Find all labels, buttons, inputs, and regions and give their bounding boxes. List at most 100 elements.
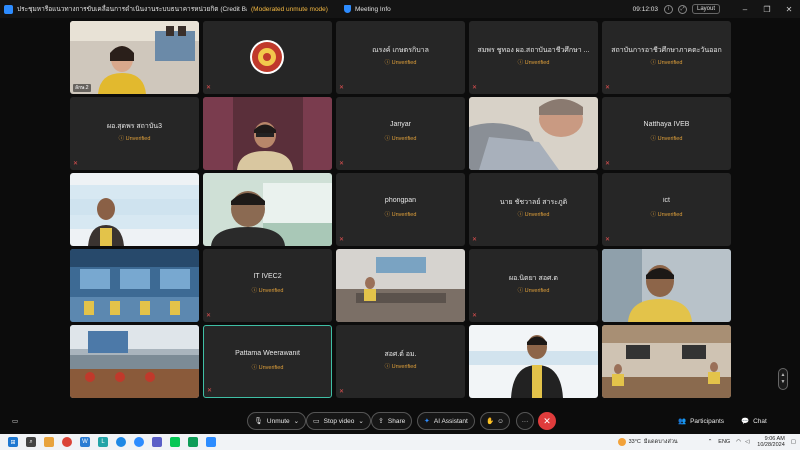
mic-muted-icon: ✕: [73, 161, 79, 167]
meeting-info-button[interactable]: Meeting Info: [355, 6, 391, 13]
participant-name: IT IVEC2: [253, 273, 282, 280]
participant-tile[interactable]: [70, 325, 199, 398]
chevron-up-icon[interactable]: ▲: [781, 372, 786, 379]
participant-name: สมพร ชูทอง ผอ.สถาบันอาชีวศึกษา ...: [477, 47, 590, 54]
participant-tile[interactable]: [336, 249, 465, 322]
people-icon: 👥: [678, 418, 687, 425]
chevron-up-icon[interactable]: ⌃: [708, 439, 713, 445]
ai-sparkle-icon: ✦: [424, 418, 430, 425]
mic-muted-icon: ✕: [472, 85, 478, 91]
participant-video: [70, 173, 199, 246]
participants-button[interactable]: 👥 Participants: [678, 417, 724, 426]
search-icon[interactable]: ⌕: [26, 437, 36, 447]
sheets-icon[interactable]: [188, 437, 198, 447]
chrome-icon[interactable]: [62, 437, 72, 447]
reactions-button[interactable]: ✋ ☺: [480, 412, 510, 430]
participant-tile[interactable]: [70, 173, 199, 246]
participant-tile[interactable]: ผอ.สุดพร สถาบัน3 ⓘ Unverified ✕: [70, 97, 199, 170]
participant-label: ลักษ.2: [73, 84, 91, 92]
share-label: Share: [387, 417, 406, 425]
language-indicator[interactable]: ENG: [718, 439, 730, 445]
participant-tile[interactable]: สมพร ชูทอง ผอ.สถาบันอาชีวศึกษา ... ⓘ Unv…: [469, 21, 598, 94]
share-button[interactable]: ⇪ Share: [371, 412, 413, 430]
participant-tile[interactable]: ลักษ.2: [70, 21, 199, 94]
expand-icon[interactable]: ⤢: [677, 4, 687, 14]
unmute-button[interactable]: 🎙 Unmute ⌄: [247, 412, 307, 430]
participant-name: นาย ชัชวาลย์ สาระภูติ: [499, 199, 568, 206]
unverified-badge: ⓘ Unverified: [251, 365, 284, 371]
mic-muted-icon: ✕: [605, 237, 611, 243]
windows-start-icon[interactable]: ⊞: [8, 437, 18, 447]
participant-tile[interactable]: Jariyar ⓘ Unverified ✕: [336, 97, 465, 170]
wifi-icon[interactable]: ◠: [736, 439, 741, 445]
close-icon[interactable]: ✕: [778, 5, 800, 14]
participant-tile-active[interactable]: Pattama Weerawanit ⓘ Unverified ✕: [203, 325, 332, 398]
info-icon[interactable]: i: [663, 4, 673, 14]
system-tray: 33°C มีแดดบางส่วน ⌃ ENG ◠ ◁ 9:06 AM 10/2…: [617, 434, 796, 450]
word-icon[interactable]: W: [80, 437, 90, 447]
chat-button[interactable]: 💬 Chat: [741, 417, 767, 426]
mic-muted-icon: ✕: [206, 313, 212, 319]
weather-widget[interactable]: 33°C มีแดดบางส่วน: [617, 438, 678, 446]
participant-tile[interactable]: สถาบันการอาชีวศึกษาภาคตะวันออก ⓘ Unverif…: [602, 21, 731, 94]
app-icon[interactable]: L: [98, 437, 108, 447]
participant-name: ผอ.นิตยา สอศ.ต: [509, 275, 558, 282]
participant-name: ผอ.สุดพร สถาบัน3: [107, 123, 162, 130]
chevron-down-icon[interactable]: ▼: [781, 379, 786, 386]
emoji-icon: ☺: [497, 417, 504, 425]
file-explorer-icon[interactable]: [44, 437, 54, 447]
participant-tile[interactable]: [469, 325, 598, 398]
mic-muted-icon: ✕: [472, 313, 478, 319]
chevron-down-icon[interactable]: ⌄: [358, 417, 363, 425]
zoom-workplace-icon[interactable]: [206, 437, 216, 447]
layout-button[interactable]: Layout: [691, 4, 720, 14]
participant-tile[interactable]: ณรงค์ เกษตรกิบาล ⓘ Unverified ✕: [336, 21, 465, 94]
participant-tile[interactable]: สอศ.ต์ อม. ⓘ Unverified ✕: [336, 325, 465, 398]
teams-icon[interactable]: [152, 437, 162, 447]
participant-tile[interactable]: [203, 173, 332, 246]
participant-tile[interactable]: ✕: [203, 21, 332, 94]
ai-assistant-button[interactable]: ✦ AI Assistant: [417, 412, 475, 430]
more-dots-icon: ···: [521, 417, 529, 425]
mic-muted-icon: ✕: [339, 389, 345, 395]
participant-tile[interactable]: [70, 249, 199, 322]
participant-tile[interactable]: ict ⓘ Unverified ✕: [602, 173, 731, 246]
participant-tile[interactable]: IT IVEC2 ⓘ Unverified ✕: [203, 249, 332, 322]
microphone-icon: 🎙: [254, 418, 263, 425]
participant-name: Natthaya IVEB: [643, 121, 690, 128]
participant-tile[interactable]: ผอ.นิตยา สอศ.ต ⓘ Unverified ✕: [469, 249, 598, 322]
participant-tile[interactable]: phongpan ⓘ Unverified ✕: [336, 173, 465, 246]
leave-button[interactable]: ✕: [538, 412, 556, 430]
participant-name: ict: [663, 197, 670, 204]
chevron-down-icon[interactable]: ⌄: [294, 417, 299, 425]
participant-tile[interactable]: [203, 97, 332, 170]
notification-icon[interactable]: ▢: [791, 439, 796, 445]
page-scroll-control[interactable]: ▲ ▼: [778, 368, 788, 390]
participant-tile[interactable]: [602, 325, 731, 398]
participant-tile[interactable]: [469, 97, 598, 170]
zoom-taskbar-icon[interactable]: [134, 437, 144, 447]
maximize-icon[interactable]: ❐: [756, 5, 778, 14]
mic-muted-icon: ✕: [339, 237, 345, 243]
participant-tile[interactable]: นาย ชัชวาลย์ สาระภูติ ⓘ Unverified ✕: [469, 173, 598, 246]
chat-bubble-icon[interactable]: ▭: [12, 417, 18, 425]
mic-muted-icon: ✕: [472, 237, 478, 243]
participant-name: Pattama Weerawanit: [235, 350, 300, 357]
stop-video-label: Stop video: [323, 417, 355, 425]
edge-icon[interactable]: [116, 437, 126, 447]
layout-label: Layout: [696, 6, 715, 12]
clock[interactable]: 9:06 AM 10/28/2024: [757, 436, 785, 448]
participant-video: [70, 325, 199, 398]
chat-icon: 💬: [741, 418, 750, 425]
more-button[interactable]: ···: [516, 412, 534, 430]
chat-label: Chat: [753, 417, 767, 425]
shield-icon[interactable]: [343, 5, 351, 13]
speaker-icon[interactable]: ◁: [745, 439, 749, 445]
unverified-badge: ⓘ Unverified: [118, 136, 151, 142]
unverified-badge: ⓘ Unverified: [384, 364, 417, 370]
stop-video-button[interactable]: ▭ Stop video ⌄: [306, 412, 371, 430]
line-icon[interactable]: [170, 437, 180, 447]
participant-tile[interactable]: Natthaya IVEB ⓘ Unverified ✕: [602, 97, 731, 170]
participant-tile[interactable]: [602, 249, 731, 322]
minimize-icon[interactable]: –: [734, 5, 756, 14]
